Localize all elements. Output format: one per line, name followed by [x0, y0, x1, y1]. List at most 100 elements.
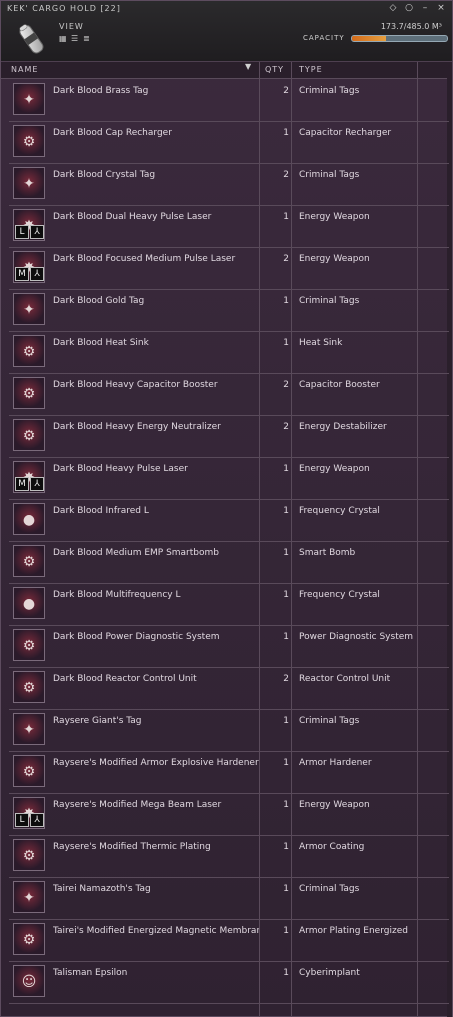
item-qty: 1 — [283, 212, 289, 222]
table-row[interactable]: ⚙ Dark Blood Heavy Energy Neutralizer 2 Ene… — [9, 416, 449, 458]
item-name: Tairei's Modified Energized Magnetic Mem… — [53, 926, 259, 936]
table-row[interactable]: ● Dark Blood Multifrequency L 1 Frequency C… — [9, 584, 449, 626]
icon-glyph: ⚙ — [22, 638, 36, 654]
module-icon: ⚙ — [13, 419, 45, 451]
window-buttons: ◇ ○ – × — [388, 3, 446, 13]
icon-glyph: ● — [22, 596, 36, 612]
item-qty: 1 — [283, 338, 289, 348]
module-icon: ⚙ — [13, 335, 45, 367]
table-row[interactable]: ⚙ Dark Blood Cap Recharger 1 Capacitor Rech… — [9, 122, 449, 164]
item-name: Dark Blood Dual Heavy Pulse Laser — [53, 212, 212, 222]
item-qty: 1 — [283, 716, 289, 726]
table-row[interactable]: ⚙ Dark Blood Heat Sink 1 Heat Sink — [9, 332, 449, 374]
implant-icon: ☺ — [13, 965, 45, 997]
capacity-readout: 173.7/485.0 M³ — [380, 22, 442, 31]
item-type: Criminal Tags — [299, 296, 360, 306]
icon-glyph: ⚙ — [22, 932, 36, 948]
item-name: Tairei Namazoth's Tag — [53, 884, 151, 894]
table-row[interactable]: ⚙ Raysere's Modified Thermic Plating 1 Armo… — [9, 836, 449, 878]
crystal-icon: ● — [13, 503, 45, 535]
turret-badge-icon: ⅄ — [30, 267, 44, 281]
table-row[interactable]: ✦ Dark Blood Brass Tag 2 Criminal Tags — [9, 80, 449, 122]
item-type: Armor Coating — [299, 842, 365, 852]
laser-icon: ✸L⅄ — [13, 797, 45, 829]
sort-desc-icon[interactable]: ▼ — [245, 62, 251, 71]
item-name: Raysere's Modified Armor Explosive Harde… — [53, 758, 259, 768]
table-row[interactable]: ✸M⅄ Dark Blood Heavy Pulse Laser 1 Energy W… — [9, 458, 449, 500]
item-name: Dark Blood Brass Tag — [53, 86, 149, 96]
table-row[interactable]: ✦ Tairei Namazoth's Tag 1 Criminal Tags — [9, 878, 449, 920]
icon-glyph: ⚙ — [22, 344, 36, 360]
icon-glyph: ⚙ — [22, 428, 36, 444]
item-name: Dark Blood Crystal Tag — [53, 170, 156, 180]
view-mode-toggles: ▦ ☰ ≣ — [59, 35, 91, 43]
column-header-type[interactable]: TYPE — [299, 62, 417, 78]
item-qty: 1 — [283, 464, 289, 474]
laser-icon: ✸M⅄ — [13, 251, 45, 283]
item-name: Dark Blood Multifrequency L — [53, 590, 181, 600]
item-type: Energy Weapon — [299, 254, 370, 264]
pin-icon[interactable]: ◇ — [388, 3, 398, 13]
slot-badge: M — [15, 477, 29, 491]
item-name: Dark Blood Gold Tag — [53, 296, 145, 306]
turret-badge-icon: ⅄ — [30, 225, 44, 239]
item-name: Dark Blood Reactor Control Unit — [53, 674, 197, 684]
table-row[interactable]: ⚙ Dark Blood Medium EMP Smartbomb 1 Smart B… — [9, 542, 449, 584]
column-header-name[interactable]: NAME — [11, 62, 257, 78]
item-name: Talisman Epsilon — [53, 968, 128, 978]
table-row[interactable]: ⚙ Tairei's Modified Energized Magnetic Me… — [9, 920, 449, 962]
table-row[interactable]: ✦ Dark Blood Crystal Tag 2 Criminal Tags — [9, 164, 449, 206]
table-row[interactable]: ☺ Talisman Epsilon 1 Cyberimplant — [9, 962, 449, 1004]
close-icon[interactable]: × — [436, 3, 446, 13]
item-qty: 1 — [283, 548, 289, 558]
icon-glyph: ✦ — [23, 890, 35, 906]
item-type: Energy Weapon — [299, 212, 370, 222]
item-type: Criminal Tags — [299, 170, 360, 180]
grid-view-icon[interactable]: ▦ — [59, 35, 67, 43]
capacity-label: CAPACITY — [303, 34, 345, 42]
table-row[interactable]: ⚙ Dark Blood Reactor Control Unit 2 Reactor… — [9, 668, 449, 710]
table-row[interactable]: ✦ Dark Blood Gold Tag 1 Criminal Tags — [9, 290, 449, 332]
crystal-icon: ● — [13, 587, 45, 619]
tag-icon: ✦ — [13, 83, 45, 115]
item-type: Heat Sink — [299, 338, 343, 348]
table-row[interactable]: ✦ Raysere Giant's Tag 1 Criminal Tags — [9, 710, 449, 752]
table-row[interactable]: ⚙ Raysere's Modified Armor Explosive Hard… — [9, 752, 449, 794]
item-name: Dark Blood Heavy Pulse Laser — [53, 464, 188, 474]
tag-icon: ✦ — [13, 167, 45, 199]
item-type: Frequency Crystal — [299, 590, 380, 600]
slot-badge: M — [15, 267, 29, 281]
details-view-icon[interactable]: ≣ — [83, 35, 91, 43]
icon-glyph: ⚙ — [22, 554, 36, 570]
item-type: Cyberimplant — [299, 968, 360, 978]
table-row[interactable]: ⚙ Dark Blood Power Diagnostic System 1 Powe… — [9, 626, 449, 668]
item-type: Energy Weapon — [299, 464, 370, 474]
icon-glyph: ✦ — [23, 92, 35, 108]
icon-glyph: ● — [22, 512, 36, 528]
table-row[interactable]: ✸L⅄ Dark Blood Dual Heavy Pulse Laser 1 Ene… — [9, 206, 449, 248]
table-row[interactable]: ⚙ Dark Blood Heavy Capacitor Booster 2 Capa… — [9, 374, 449, 416]
slot-badge: L — [15, 813, 29, 827]
icon-glyph: ⚙ — [22, 764, 36, 780]
view-label: VIEW — [59, 22, 84, 31]
item-qty: 1 — [283, 128, 289, 138]
minimize-icon[interactable]: – — [420, 3, 430, 13]
item-type: Armor Hardener — [299, 758, 372, 768]
item-name: Dark Blood Focused Medium Pulse Laser — [53, 254, 236, 264]
list-view-icon[interactable]: ☰ — [71, 35, 79, 43]
table-row[interactable]: ● Dark Blood Infrared L 1 Frequency Crystal — [9, 500, 449, 542]
item-name: Raysere's Modified Thermic Plating — [53, 842, 211, 852]
item-qty: 2 — [283, 86, 289, 96]
laser-icon: ✸L⅄ — [13, 209, 45, 241]
item-qty: 1 — [283, 506, 289, 516]
table-row[interactable]: ✸M⅄ Dark Blood Focused Medium Pulse Laser… — [9, 248, 449, 290]
item-type: Energy Destabilizer — [299, 422, 387, 432]
column-header-qty[interactable]: QTY — [265, 62, 289, 78]
table-row[interactable]: ✸L⅄ Raysere's Modified Mega Beam Laser 1 En… — [9, 794, 449, 836]
options-icon[interactable]: ○ — [404, 3, 414, 13]
item-list: ✦ Dark Blood Brass Tag 2 Criminal Tags ⚙ Dark… — [9, 80, 449, 1004]
slot-badge: L — [15, 225, 29, 239]
window-title: KEK' CARGO HOLD [22] — [7, 4, 121, 13]
item-name: Raysere's Modified Mega Beam Laser — [53, 800, 222, 810]
module-icon: ⚙ — [13, 125, 45, 157]
